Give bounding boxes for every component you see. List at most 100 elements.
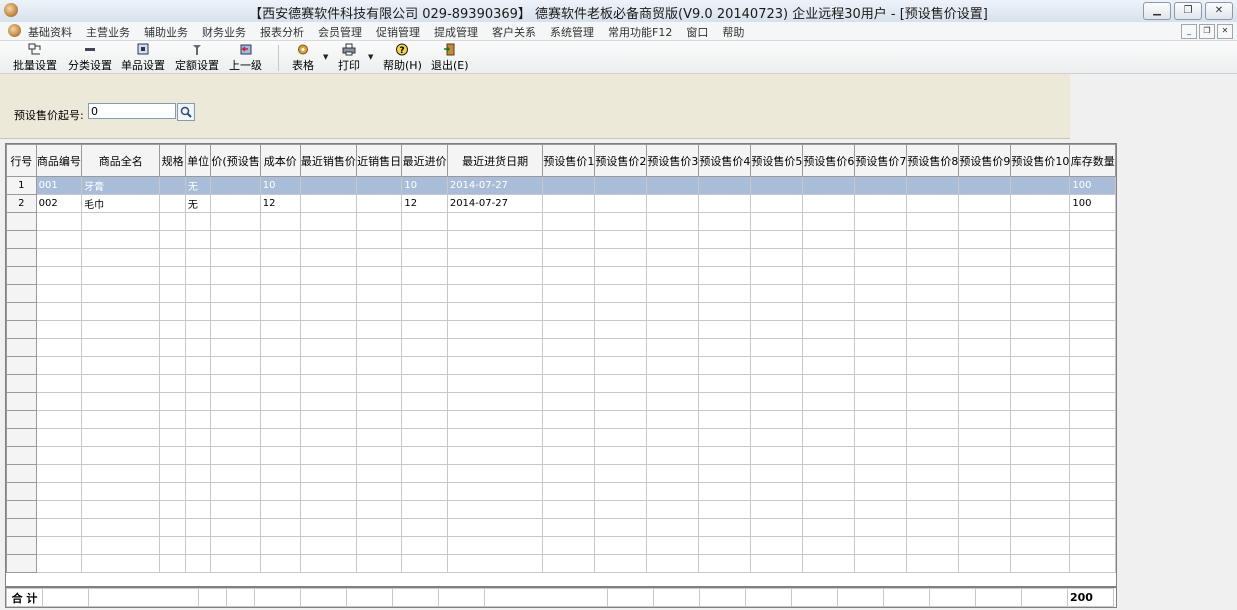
table-cell[interactable] [159, 446, 186, 465]
table-cell[interactable] [446, 284, 544, 303]
column-header[interactable]: 单位 [184, 144, 212, 177]
column-header[interactable]: 预设售价8 [906, 144, 960, 177]
table-cell[interactable] [210, 356, 261, 375]
table-cell[interactable] [750, 410, 804, 429]
table-cell[interactable] [259, 554, 301, 573]
table-cell[interactable] [750, 554, 804, 573]
table-cell[interactable] [259, 266, 301, 285]
table-cell[interactable] [802, 338, 856, 357]
table-cell[interactable] [159, 554, 186, 573]
table-row[interactable] [6, 482, 1116, 501]
table-cell[interactable] [355, 446, 403, 465]
menu-item-common[interactable]: 常用功能F12 [608, 24, 672, 40]
exit-button[interactable]: 退出(E) [431, 43, 469, 73]
table-cell[interactable] [159, 176, 186, 195]
table-cell[interactable] [750, 518, 804, 537]
table-cell[interactable] [401, 320, 448, 339]
table-cell[interactable] [594, 284, 648, 303]
table-cell[interactable] [401, 500, 448, 519]
table-cell[interactable] [81, 212, 161, 231]
table-cell[interactable] [594, 392, 648, 411]
table-cell[interactable] [906, 500, 960, 519]
table-cell[interactable] [81, 302, 161, 321]
table-cell[interactable] [958, 428, 1012, 447]
table-cell[interactable] [299, 356, 357, 375]
table-cell[interactable] [750, 266, 804, 285]
table-cell[interactable] [184, 374, 212, 393]
table-cell[interactable] [646, 266, 700, 285]
table-cell[interactable] [646, 410, 700, 429]
table-cell[interactable] [159, 320, 186, 339]
table-cell[interactable] [750, 176, 804, 195]
table-cell[interactable] [210, 284, 261, 303]
table-cell[interactable] [446, 446, 544, 465]
table-cell[interactable] [802, 500, 856, 519]
table-cell[interactable] [259, 356, 301, 375]
search-button[interactable] [177, 103, 195, 121]
table-cell[interactable] [542, 230, 596, 249]
table-cell[interactable] [854, 518, 908, 537]
table-cell[interactable] [698, 248, 752, 267]
column-header[interactable]: 价(预设售 [210, 144, 261, 177]
table-cell[interactable] [1069, 302, 1116, 321]
table-cell[interactable] [750, 446, 804, 465]
close-button[interactable]: ✕ [1205, 2, 1233, 20]
table-cell[interactable] [958, 356, 1012, 375]
table-cell[interactable] [159, 338, 186, 357]
table-cell[interactable] [1010, 356, 1071, 375]
table-cell[interactable] [698, 230, 752, 249]
table-cell[interactable] [698, 266, 752, 285]
table-cell[interactable] [750, 428, 804, 447]
table-cell[interactable] [542, 554, 596, 573]
table-cell[interactable] [184, 446, 212, 465]
table-cell[interactable] [906, 302, 960, 321]
table-cell[interactable] [401, 284, 448, 303]
table-cell[interactable] [594, 212, 648, 231]
table-cell[interactable] [802, 266, 856, 285]
table-cell[interactable] [1010, 230, 1071, 249]
table-cell[interactable] [299, 554, 357, 573]
table-cell[interactable] [594, 554, 648, 573]
table-cell[interactable] [401, 482, 448, 501]
table-cell[interactable] [210, 302, 261, 321]
table-cell[interactable] [355, 338, 403, 357]
table-cell[interactable] [854, 356, 908, 375]
table-cell[interactable] [802, 428, 856, 447]
table-cell[interactable] [210, 266, 261, 285]
table-cell[interactable] [184, 482, 212, 501]
table-cell[interactable] [259, 248, 301, 267]
column-header[interactable]: 最近进货日期 [446, 144, 544, 177]
table-cell[interactable] [1069, 356, 1116, 375]
table-cell[interactable] [698, 320, 752, 339]
table-cell[interactable] [184, 356, 212, 375]
table-cell[interactable] [159, 194, 186, 213]
table-cell[interactable] [210, 338, 261, 357]
table-cell[interactable] [299, 248, 357, 267]
table-cell[interactable] [646, 428, 700, 447]
category-set-button[interactable]: 分类设置 [68, 43, 112, 73]
column-header[interactable]: 商品编号 [35, 144, 83, 177]
table-cell[interactable] [355, 374, 403, 393]
table-cell[interactable] [698, 446, 752, 465]
table-cell[interactable] [355, 248, 403, 267]
table-cell[interactable] [646, 194, 700, 213]
table-cell[interactable] [299, 446, 357, 465]
table-cell[interactable] [1069, 338, 1116, 357]
table-cell[interactable] [299, 212, 357, 231]
table-cell[interactable] [958, 500, 1012, 519]
table-cell[interactable]: 12 [401, 194, 448, 213]
table-cell[interactable] [750, 464, 804, 483]
table-cell[interactable] [854, 428, 908, 447]
table-cell[interactable] [355, 410, 403, 429]
menu-item-reports[interactable]: 报表分析 [260, 24, 304, 40]
table-cell[interactable] [646, 230, 700, 249]
table-cell[interactable] [446, 536, 544, 555]
table-row[interactable] [6, 266, 1116, 285]
table-cell[interactable] [1069, 410, 1116, 429]
table-cell[interactable] [958, 302, 1012, 321]
table-cell[interactable] [1069, 392, 1116, 411]
table-cell[interactable] [802, 212, 856, 231]
table-cell[interactable] [401, 392, 448, 411]
single-set-button[interactable]: 单品设置 [121, 43, 165, 73]
table-cell[interactable] [210, 536, 261, 555]
